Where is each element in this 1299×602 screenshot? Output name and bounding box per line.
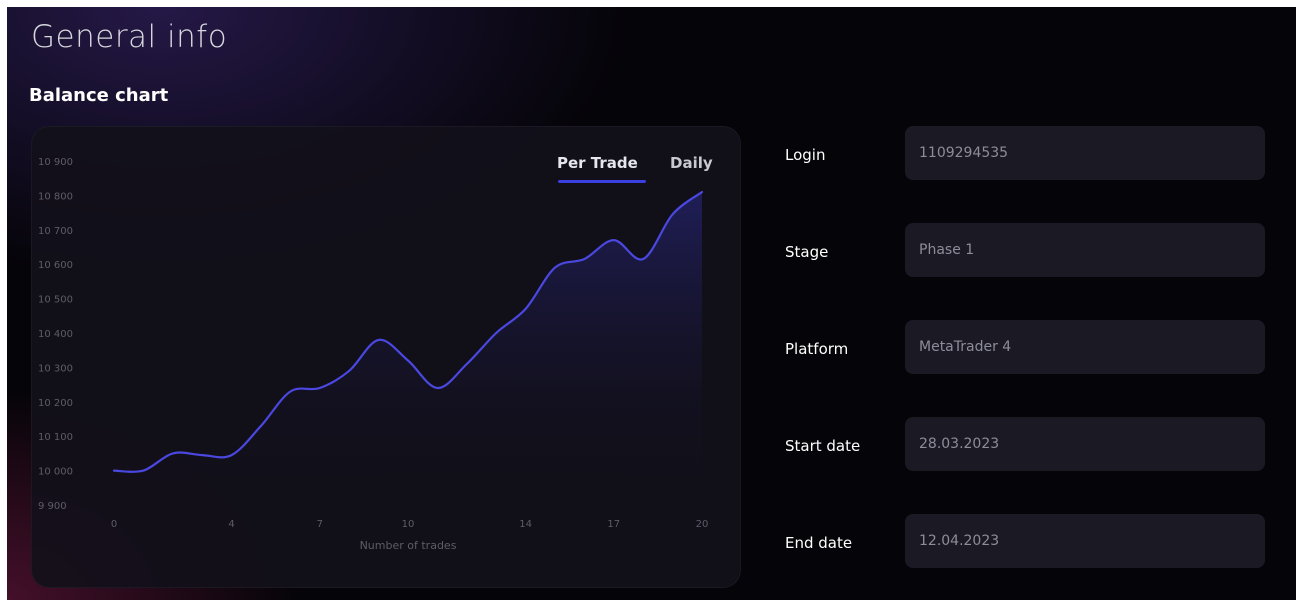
platform-field[interactable]: MetaTrader 4 [905, 320, 1265, 374]
data-point [524, 307, 527, 310]
data-point [171, 452, 174, 455]
end-date-field[interactable]: 12.04.2023 [905, 514, 1265, 568]
login-field[interactable]: 1109294535 [905, 126, 1265, 180]
balance-chart-title: Balance chart [29, 85, 169, 106]
y-tick-label: 10 300 [38, 363, 73, 374]
data-point [142, 469, 145, 472]
data-point [612, 239, 615, 242]
data-point [583, 258, 586, 261]
data-point [230, 454, 233, 457]
tab-per-trade[interactable]: Per Trade [557, 154, 638, 172]
stage-field[interactable]: Phase 1 [905, 223, 1265, 277]
y-tick-label: 10 800 [38, 191, 73, 202]
data-point [436, 387, 439, 390]
data-point [201, 454, 204, 457]
start-date-field[interactable]: 28.03.2023 [905, 417, 1265, 471]
y-tick-label: 10 400 [38, 329, 73, 340]
tab-active-indicator [558, 180, 646, 183]
x-tick-label: 14 [519, 519, 532, 530]
data-point [701, 190, 704, 193]
data-point [642, 258, 645, 261]
y-tick-label: 10 500 [38, 295, 73, 306]
data-point [554, 266, 557, 269]
page-title: General info [31, 19, 228, 55]
data-point [495, 332, 498, 335]
login-label: Login [785, 146, 826, 164]
general-info-panel: General info Balance chart 9 900 10 000 10… [7, 7, 1296, 600]
data-point [465, 362, 468, 365]
y-tick-label: 10 100 [38, 432, 73, 443]
balance-chart-card: 9 900 10 000 10 100 10 200 10 300 10 400 10 50… [31, 126, 741, 588]
data-point [377, 338, 380, 341]
x-tick-label: 10 [402, 519, 415, 530]
y-tick-label: 10 000 [38, 467, 73, 478]
data-point [407, 359, 410, 362]
data-point [348, 369, 351, 372]
y-tick-label: 10 700 [38, 226, 73, 237]
y-tick-label: 10 900 [38, 157, 73, 168]
end-date-label: End date [785, 534, 853, 552]
start-date-label: Start date [785, 437, 861, 455]
y-tick-label: 10 200 [38, 398, 73, 409]
data-point [671, 213, 674, 216]
y-tick-label: 10 600 [38, 260, 73, 271]
x-tick-label: 0 [111, 519, 117, 530]
x-tick-label: 20 [696, 519, 709, 530]
y-tick-label: 9 900 [38, 501, 67, 512]
x-tick-label: 17 [607, 519, 620, 530]
x-tick-label: 7 [317, 519, 323, 530]
stage-label: Stage [785, 243, 829, 261]
x-tick-label: 4 [228, 519, 234, 530]
platform-label: Platform [785, 340, 849, 358]
balance-chart: 9 90010 00010 10010 20010 30010 40010 50… [38, 157, 709, 552]
data-point [289, 390, 292, 393]
x-axis-label: Number of trades [360, 539, 457, 552]
data-point [260, 424, 263, 427]
data-point [113, 469, 116, 472]
data-point [318, 387, 321, 390]
tab-daily[interactable]: Daily [670, 154, 713, 172]
